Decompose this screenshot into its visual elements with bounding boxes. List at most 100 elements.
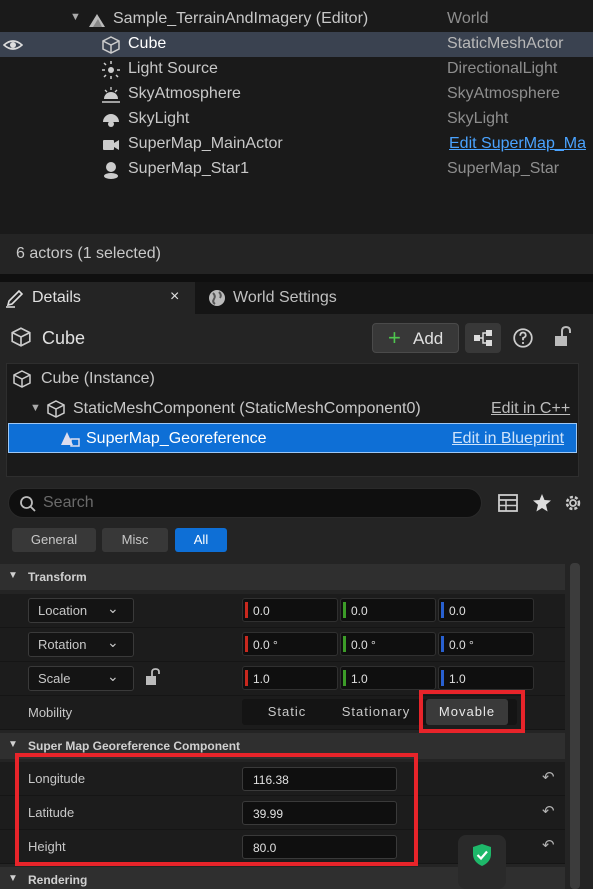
field-value: 0.0 ° [449,638,474,652]
pencil-icon [6,289,24,308]
edit-in-blueprint-link[interactable]: Edit in Blueprint [452,430,564,448]
georeference-component-icon [61,432,80,447]
collapse-arrow-icon: ▼ [8,873,18,884]
x-axis-marker [245,670,248,686]
location-z-input[interactable]: 0.0 [438,598,534,622]
outliner-label: SuperMap_MainActor [128,135,283,152]
field-value: 0.0 [449,604,466,618]
component-label: Cube (Instance) [41,370,155,387]
reset-arrow-icon[interactable]: ↶ [542,802,555,820]
z-axis-marker [441,636,444,652]
outliner-row-sky-atmosphere[interactable]: SkyAtmosphere SkyAtmosphere [0,82,593,107]
outliner-row-light-source[interactable]: Light Source DirectionalLight [0,57,593,82]
add-button-label: Add [413,329,444,348]
outliner-row-supermap-star1[interactable]: SuperMap_Star1 SuperMap_Star [0,157,593,182]
rotation-x-input[interactable]: 0.0 ° [242,632,338,656]
unlock-icon[interactable] [145,668,161,686]
location-x-input[interactable]: 0.0 [242,598,338,622]
reset-arrow-icon[interactable]: ↶ [542,836,555,854]
search-icon [20,496,36,512]
highlight-box-georeference [15,753,418,866]
outliner-type: SkyLight [447,110,509,127]
add-component-button[interactable]: + Add [372,323,459,353]
location-y-input[interactable]: 0.0 [340,598,436,622]
dropdown-value: Scale [38,671,71,686]
outliner-label: Sample_TerrainAndImagery (Editor) [113,10,369,27]
scale-z-input[interactable]: 1.0 [438,666,534,690]
chevron-down-icon: ⌄ [107,668,119,684]
close-icon[interactable]: × [170,288,179,306]
highlight-box-mobility [419,690,525,733]
filter-misc[interactable]: Misc [102,528,168,552]
component-label: StaticMeshComponent (StaticMeshComponent… [73,400,421,417]
collapse-arrow-icon[interactable]: ▼ [30,402,41,414]
edit-supermap-link[interactable]: Edit SuperMap_Ma [449,135,586,153]
scrollbar[interactable] [570,563,580,889]
unlock-icon[interactable] [553,326,573,348]
component-row-instance[interactable]: Cube (Instance) [8,364,577,394]
outliner-type: StaticMeshActor [447,35,564,52]
scale-dropdown[interactable]: Scale ⌄ [28,666,134,691]
floating-overlay[interactable] [458,835,506,889]
section-title: Transform [28,570,87,584]
table-view-icon[interactable] [498,494,518,512]
outliner-label: Light Source [128,60,218,77]
rotation-dropdown[interactable]: Rotation ⌄ [28,632,134,657]
outliner-type: World [447,10,489,27]
location-row: Location ⌄ 0.0 0.0 0.0 [0,594,565,628]
world-outliner: ▼ Sample_TerrainAndImagery (Editor) Worl… [0,0,593,234]
edit-in-cpp-link[interactable]: Edit in C++ [491,400,570,418]
field-value: 1.0 [449,672,466,686]
mobility-static-option[interactable]: Static [252,699,322,725]
actor-name: Cube [42,328,86,348]
plus-icon: + [388,325,401,350]
star-icon[interactable] [532,493,552,513]
help-icon[interactable] [512,327,534,349]
outliner-type: SuperMap_Star [447,160,560,177]
section-title: Super Map Georeference Component [28,739,241,753]
transform-section-header[interactable]: ▼ Transform [0,564,565,590]
level-icon [89,14,105,27]
outliner-row-world[interactable]: ▼ Sample_TerrainAndImagery (Editor) Worl… [0,7,593,32]
component-label: SuperMap_Georeference [86,430,267,447]
shield-check-icon [473,844,491,866]
collapse-arrow-icon: ▼ [8,570,18,581]
details-search-input[interactable]: Search [8,488,482,518]
camera-icon [103,140,119,150]
cube-icon [11,327,31,347]
cube-icon [47,400,65,418]
outliner-label: SkyAtmosphere [128,85,241,102]
blueprint-button[interactable] [465,323,501,353]
scale-y-input[interactable]: 1.0 [340,666,436,690]
x-axis-marker [245,636,248,652]
mobility-label: Mobility [28,705,73,720]
field-value: 0.0 [351,604,368,618]
eye-icon[interactable] [3,35,23,55]
tab-details-label: Details [32,289,81,306]
collapse-arrow-icon[interactable]: ▼ [70,11,81,23]
outliner-status: 6 actors (1 selected) [0,234,593,274]
outliner-row-skylight[interactable]: SkyLight SkyLight [0,107,593,132]
tab-details[interactable]: Details × [0,282,195,314]
location-dropdown[interactable]: Location ⌄ [28,598,134,623]
y-axis-marker [343,602,346,618]
skylight-icon [103,114,119,127]
cube-icon [13,370,31,388]
outliner-row-cube[interactable]: Cube StaticMeshActor [0,32,593,57]
chevron-down-icon: ⌄ [107,634,119,650]
mobility-stationary-option[interactable]: Stationary [336,699,416,725]
component-row-static-mesh[interactable]: ▼ StaticMeshComponent (StaticMeshCompone… [8,394,577,424]
rotation-z-input[interactable]: 0.0 ° [438,632,534,656]
chevron-down-icon: ⌄ [107,600,119,616]
filter-all[interactable]: All [175,528,227,552]
reset-arrow-icon[interactable]: ↶ [542,768,555,786]
rotation-y-input[interactable]: 0.0 ° [340,632,436,656]
collapse-arrow-icon: ▼ [8,739,18,750]
outliner-type: DirectionalLight [447,60,558,77]
gear-icon[interactable] [563,493,583,513]
component-row-georeference[interactable]: SuperMap_Georeference Edit in Blueprint [8,423,577,453]
outliner-row-supermap-mainactor[interactable]: SuperMap_MainActor Edit SuperMap_Ma [0,132,593,157]
rotation-row: Rotation ⌄ 0.0 ° 0.0 ° 0.0 ° [0,628,565,662]
scale-x-input[interactable]: 1.0 [242,666,338,690]
filter-general[interactable]: General [12,528,96,552]
